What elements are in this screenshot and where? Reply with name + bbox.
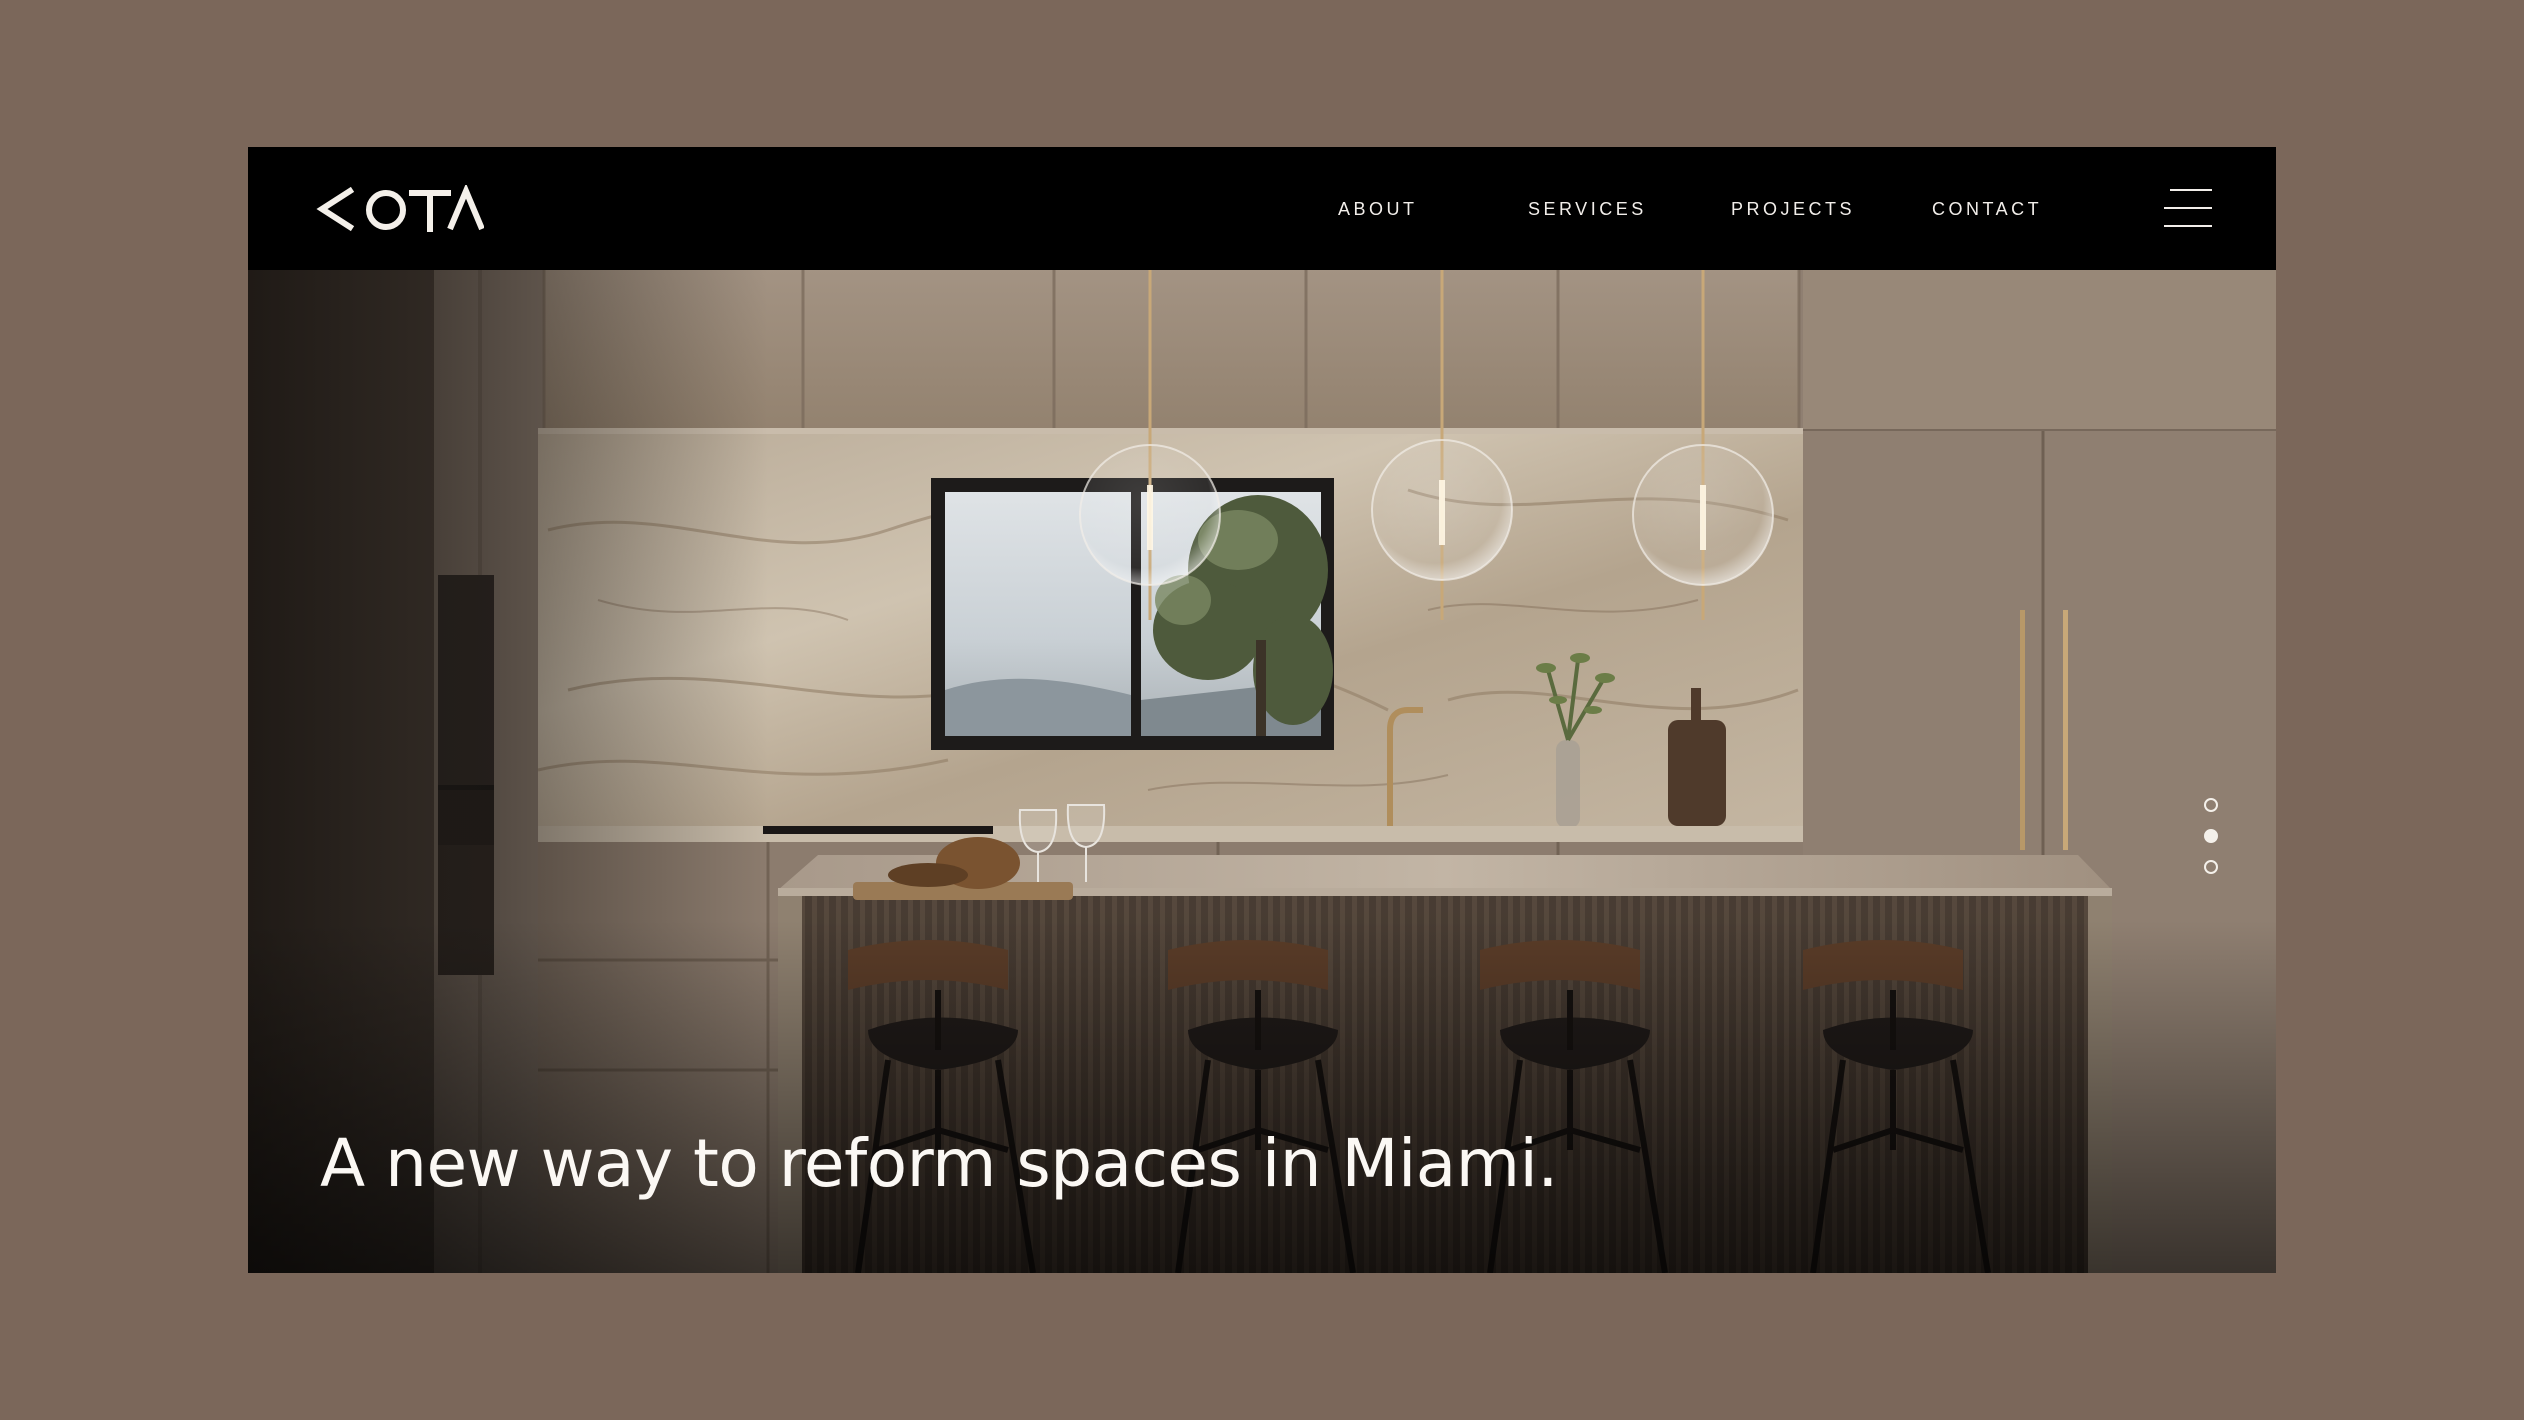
primary-nav: ABOUT SERVICES PROJECTS CONTACT	[1288, 147, 2088, 270]
nav-link-about[interactable]: ABOUT	[1338, 199, 1418, 220]
slide-dot-1[interactable]	[2204, 798, 2218, 812]
menu-bar-middle	[2164, 207, 2212, 209]
nav-link-contact[interactable]: CONTACT	[1932, 199, 2042, 220]
slide-pagination	[2204, 798, 2220, 878]
hero-headline: A new way to reform spaces in Miami.	[320, 1125, 1558, 1202]
slide-dot-3[interactable]	[2204, 860, 2218, 874]
top-navigation-bar: ABOUT SERVICES PROJECTS CONTACT	[248, 147, 2276, 270]
kitchen-interior-photo	[248, 270, 2276, 1273]
website-frame: ABOUT SERVICES PROJECTS CONTACT A new wa…	[248, 147, 2276, 1273]
hamburger-menu-icon[interactable]	[2164, 189, 2212, 229]
cota-logo[interactable]	[316, 185, 484, 233]
nav-link-services[interactable]: SERVICES	[1528, 199, 1647, 220]
menu-bar-top	[2170, 189, 2212, 191]
nav-link-projects[interactable]: PROJECTS	[1731, 199, 1855, 220]
slide-dot-2-active[interactable]	[2204, 829, 2218, 843]
menu-bar-bottom	[2164, 225, 2212, 227]
cota-logo-mark	[316, 185, 484, 232]
hero-section: A new way to reform spaces in Miami.	[248, 270, 2276, 1273]
